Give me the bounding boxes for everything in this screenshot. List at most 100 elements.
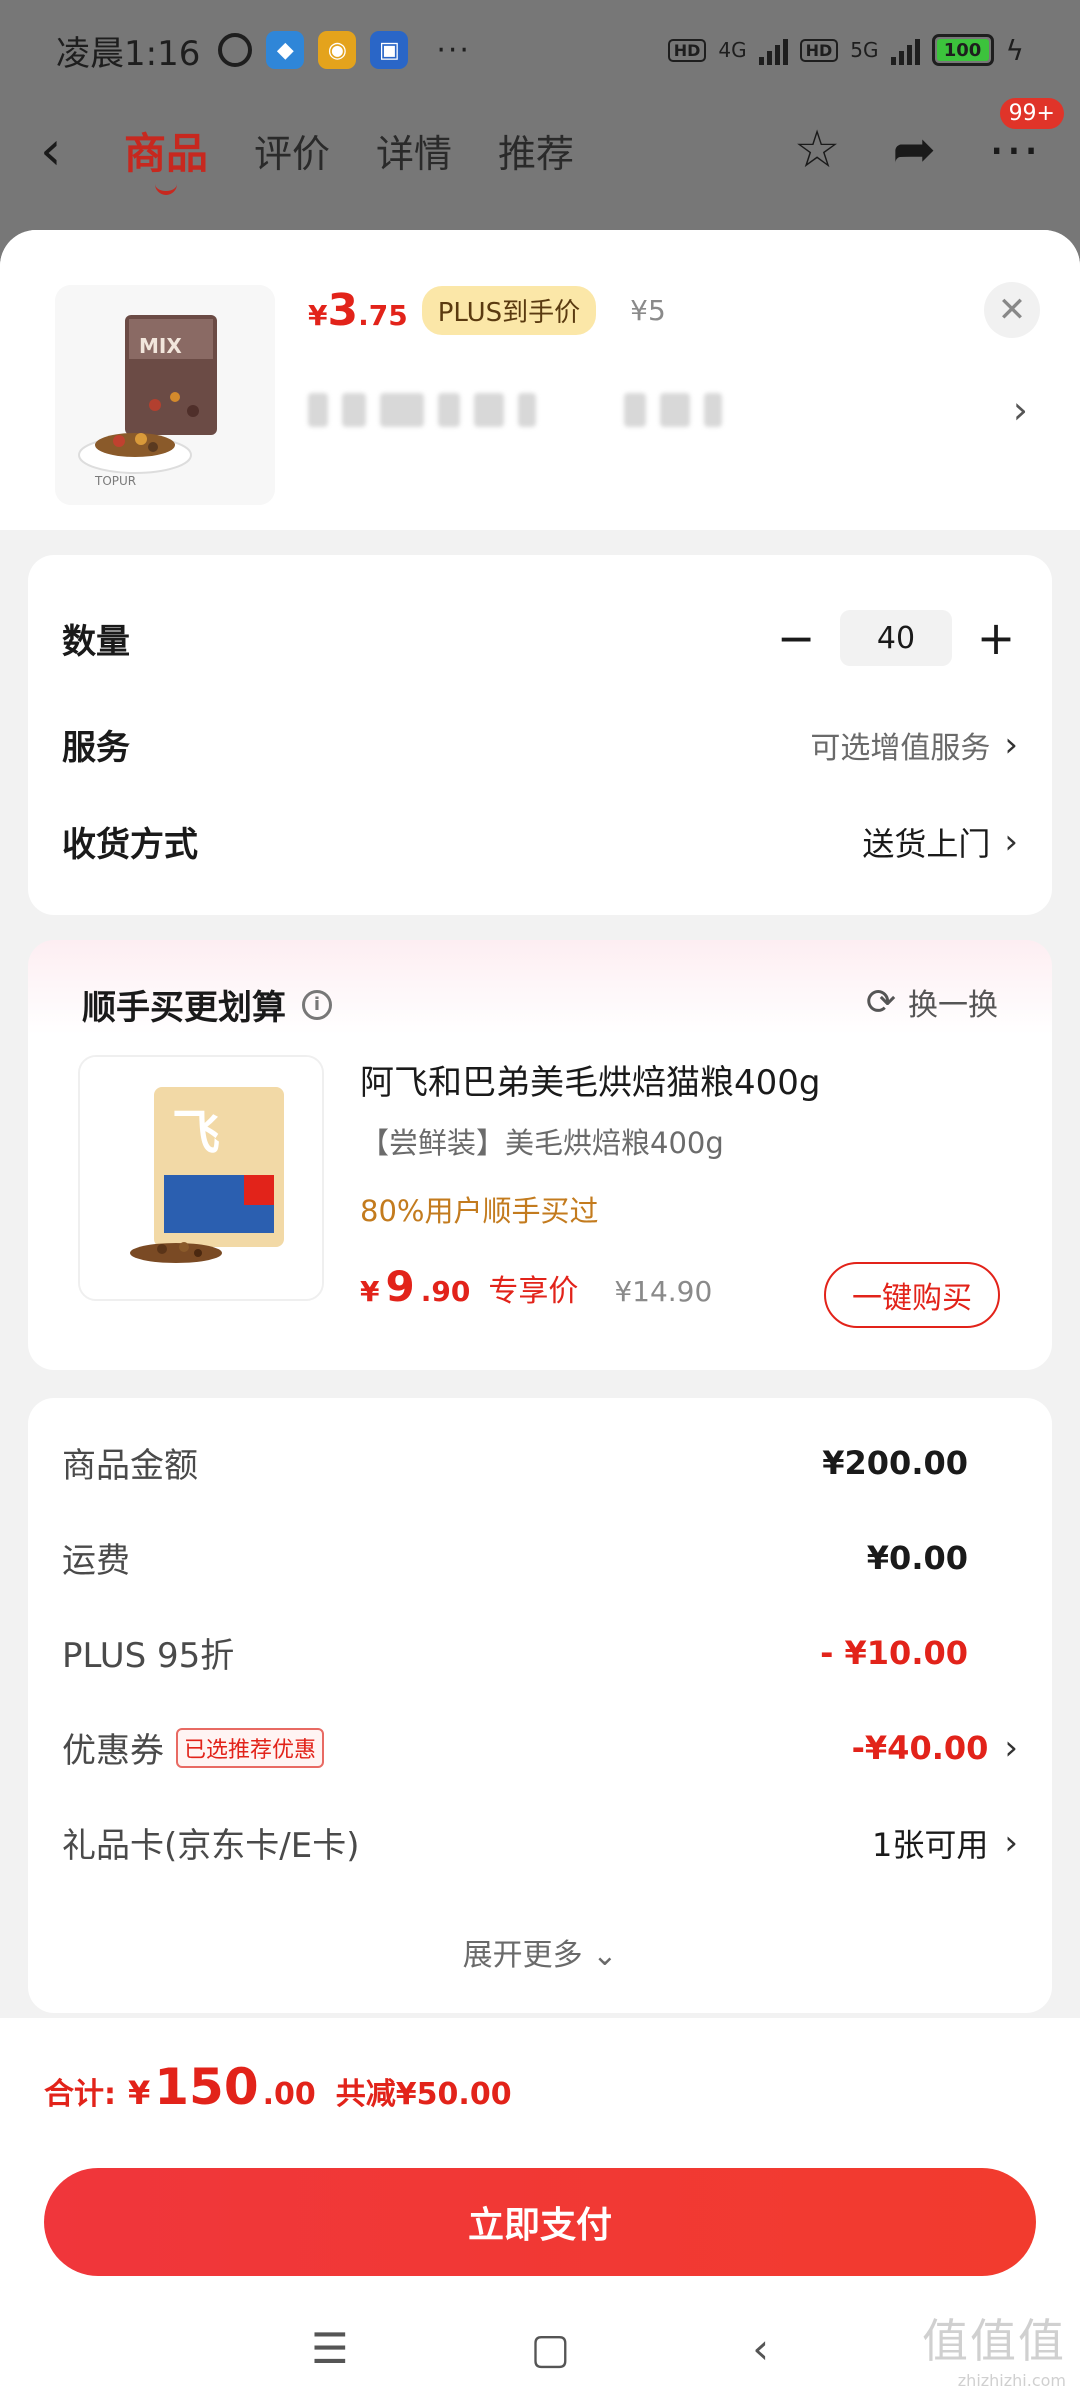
service-value-group: 可选增值服务 › [810,723,1018,767]
system-nav-bar: ☰ ▢ ‹ [0,2308,1080,2388]
currency-symbol: ¥ [360,1275,380,1308]
gift-card-value-group: 1张可用 › [872,1820,1018,1866]
service-label: 服务 [62,728,130,768]
product-image: MIX TOPUR [55,285,275,505]
service-row[interactable]: 服务 可选增值服务 › [62,720,1018,769]
bundle-product-name[interactable]: 阿飞和巴弟美毛烘焙猫粮400g [360,1055,820,1104]
quantity-row: 数量 − 40 + [62,610,1018,666]
site-watermark: 值值值 zhizhizhi.com [922,2305,1066,2390]
summary-label: 优惠券 已选推荐优惠 [62,1723,325,1772]
network-type-label: 4G [718,38,747,62]
info-icon[interactable]: i [302,989,332,1020]
summary-value: - ¥10.00 [820,1633,968,1672]
currency-symbol: ¥ [128,2074,151,2112]
checkout-footer: 合计: ¥150.00 共减¥50.00 立即支付 ☰ ▢ ‹ 值值值 zhiz… [0,2018,1080,2400]
message-count-badge: 99+ [999,98,1064,129]
battery-icon: 100 [931,34,994,66]
share-icon[interactable]: ➦ [892,120,936,180]
coupon-recommend-tag: 已选推荐优惠 [176,1727,325,1768]
close-icon[interactable]: ✕ [984,282,1040,338]
summary-value: ¥0.00 [866,1538,968,1577]
summary-value: 1张可用 [872,1825,989,1864]
coupon-label: 优惠券 [62,1731,164,1771]
total-decimal: .00 [262,2077,316,2112]
increase-button[interactable]: + [974,615,1018,661]
pay-now-button[interactable]: 立即支付 [44,2168,1036,2276]
chevron-right-icon: › [1004,724,1018,765]
price-summary-card: 商品金额 ¥200.00 运费 ¥0.00 PLUS 95折 - ¥10.00 … [28,1398,1052,2013]
product-image-brand: MIX [139,334,182,358]
total-saved: 共减¥50.00 [335,2077,512,2112]
currency-symbol: ¥ [308,299,328,332]
quantity-value[interactable]: 40 [840,610,952,666]
quantity-stepper: − 40 + [774,610,1018,666]
chevron-right-icon: › [1004,1822,1018,1863]
bundle-title: 顺手买更划算 i [82,980,332,1029]
summary-row-coupon[interactable]: 优惠券 已选推荐优惠 -¥40.00 › [62,1723,1018,1772]
bundle-image-glyph: 飞 [172,1105,220,1161]
bundle-bought-rate: 80%用户顺手买过 [360,1194,599,1228]
summary-row-plus-discount: PLUS 95折 - ¥10.00 [62,1628,1018,1677]
spec-selector[interactable]: › [308,380,1028,440]
signal-icon [890,35,920,65]
more-menu-icon[interactable]: ⋯ [988,120,1040,180]
tab-product[interactable]: 商品 [124,120,208,181]
battery-level: 100 [936,39,989,61]
chevron-right-icon: › [1004,821,1018,862]
watermark-url: zhizhizhi.com [957,2371,1066,2390]
summary-value: -¥40.00 [851,1728,989,1767]
total-integer: 150 [154,2058,259,2116]
tab-recommend[interactable]: 推荐 [498,123,574,178]
bundle-offer-card: 顺手买更划算 i ⟳ 换一换 飞 阿飞和巴弟美毛烘焙猫粮400g 【尝鲜装】美毛… [28,940,1052,1370]
plus-price-tag: PLUS到手价 [421,286,597,335]
delivery-value-group: 送货上门 › [862,819,1018,865]
watermark-logo: 值值值 [922,2314,1066,2368]
back-icon[interactable]: ‹ [752,2324,769,2373]
summary-row-gift-card[interactable]: 礼品卡(京东卡/E卡) 1张可用 › [62,1818,1018,1867]
product-price-row: ¥3.75 PLUS到手价 ¥5 [308,285,666,336]
bundle-title-text: 顺手买更划算 [82,988,286,1028]
app-notification-icon: ◆ [266,31,305,69]
product-image-bowl-brand: TOPUR [94,474,136,488]
swap-label: 换一换 [908,988,998,1023]
favorite-star-icon[interactable]: ☆ [794,120,841,180]
exclusive-price-label: 专享价 [488,1274,579,1309]
delivery-row[interactable]: 收货方式 送货上门 › [62,817,1018,866]
price-decimal: .75 [358,299,408,332]
bundle-price: ¥9.90 专享价 ¥14.90 [360,1262,712,1311]
summary-label: 礼品卡(京东卡/E卡) [62,1826,360,1866]
blurred-spec-text [308,393,722,427]
total-row: 合计: ¥150.00 共减¥50.00 [44,2058,512,2116]
background-page: 凌晨1:16 ◆ ◉ ▣ ··· HD 4G HD 5G 100 ϟ ‹ 商品 … [0,0,1080,240]
summary-row-shipping: 运费 ¥0.00 [62,1533,1018,1582]
quantity-label: 数量 [62,621,130,662]
app-notification-icon: ▣ [370,31,409,69]
product-price: ¥3.75 [308,285,408,336]
bundle-original-price: ¥14.90 [614,1275,713,1308]
swap-button[interactable]: ⟳ 换一换 [866,980,998,1024]
home-icon[interactable]: ▢ [531,2324,571,2373]
tab-reviews[interactable]: 评价 [254,123,330,178]
back-icon[interactable]: ‹ [40,119,100,182]
product-nav-bar: ‹ 商品 评价 详情 推荐 ☆ ➦ ⋯ 99+ [0,98,1080,190]
status-time: 凌晨1:16 [56,33,201,74]
decrease-button[interactable]: − [774,615,818,661]
total-label: 合计: [44,2077,116,2112]
summary-label: 商品金额 [62,1446,198,1486]
price-decimal: .90 [420,1275,471,1308]
one-click-buy-button[interactable]: 一键购买 [824,1262,1000,1328]
service-value: 可选增值服务 [810,730,991,766]
bundle-product-image[interactable]: 飞 [78,1055,324,1301]
order-options-card: 数量 − 40 + 服务 可选增值服务 › 收货方式 送货上门 › [28,555,1052,915]
charging-icon: ϟ [1005,33,1024,67]
chevron-right-icon: › [1004,1727,1018,1768]
tab-details[interactable]: 详情 [376,123,452,178]
summary-label: PLUS 95折 [62,1636,235,1676]
alarm-icon [218,33,253,67]
summary-row-goods-amount: 商品金额 ¥200.00 [62,1438,1018,1487]
menu-icon[interactable]: ☰ [311,2324,349,2373]
status-bar: 凌晨1:16 ◆ ◉ ▣ ··· HD 4G HD 5G 100 ϟ [0,0,1080,100]
expand-more-button[interactable]: 展开更多 ⌄ [28,1930,1052,1974]
signal-icon [758,35,788,65]
product-header: MIX TOPUR ¥3.75 PLUS到手价 ¥5 ✕ › [0,230,1080,530]
